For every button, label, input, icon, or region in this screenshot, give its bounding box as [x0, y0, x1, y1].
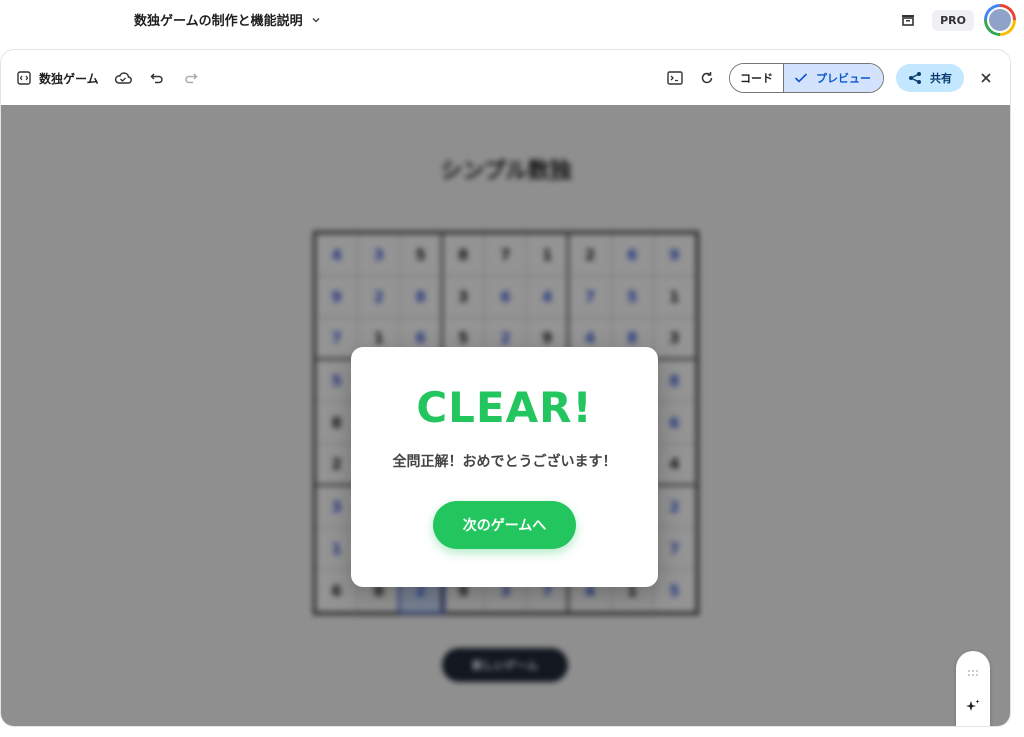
code-tab[interactable]: コード [730, 64, 783, 92]
code-tab-label: コード [740, 72, 773, 85]
avatar[interactable] [984, 4, 1016, 36]
check-icon [794, 73, 808, 83]
archive-icon[interactable] [894, 6, 922, 34]
undo-icon[interactable] [147, 68, 167, 88]
chevron-down-icon [312, 17, 320, 23]
clear-heading: CLEAR! [416, 383, 593, 432]
redo-icon[interactable] [181, 68, 201, 88]
sparkle-icon[interactable] [964, 697, 982, 715]
preview-tab-label: プレビュー [816, 72, 871, 85]
refresh-icon[interactable] [697, 68, 717, 88]
conversation-title: 数独ゲームの制作と機能説明 [134, 14, 303, 29]
close-icon[interactable] [976, 68, 996, 88]
doc-title-group: 数独ゲーム [17, 70, 99, 87]
pro-badge: PRO [932, 9, 974, 31]
drag-handle-icon[interactable] [964, 664, 982, 682]
header-actions: PRO [894, 4, 1016, 36]
share-icon [909, 72, 921, 84]
conversation-title-dropdown[interactable]: 数独ゲームの制作と機能説明 [134, 10, 321, 29]
next-game-button[interactable]: 次のゲームへ [433, 501, 576, 549]
canvas-toolbar: 数独ゲーム コード プレビュー 共有 [1, 50, 1010, 105]
doc-title: 数独ゲーム [39, 71, 99, 86]
code-file-icon [17, 71, 31, 85]
next-game-label: 次のゲームへ [462, 518, 547, 534]
avatar-image [987, 7, 1013, 33]
cloud-save-icon[interactable] [113, 68, 133, 88]
clear-message: 全問正解！おめでとうございます！ [392, 454, 617, 470]
canvas-panel: 数独ゲーム コード プレビュー 共有 シンプル数独 4 3 5 8 7 1 2 … [0, 49, 1011, 727]
console-icon[interactable] [665, 68, 685, 88]
preview-tab[interactable]: プレビュー [783, 64, 883, 92]
view-toggle: コード プレビュー [729, 63, 884, 93]
top-header: 数独ゲームの制作と機能説明 PRO [0, 0, 1024, 40]
preview-area: シンプル数独 435871269928364751716529483571642… [1, 105, 1010, 726]
floating-tools [956, 651, 990, 726]
clear-dialog: CLEAR! 全問正解！おめでとうございます！ 次のゲームへ [351, 347, 658, 587]
share-button[interactable]: 共有 [896, 64, 964, 92]
share-label: 共有 [930, 72, 952, 85]
